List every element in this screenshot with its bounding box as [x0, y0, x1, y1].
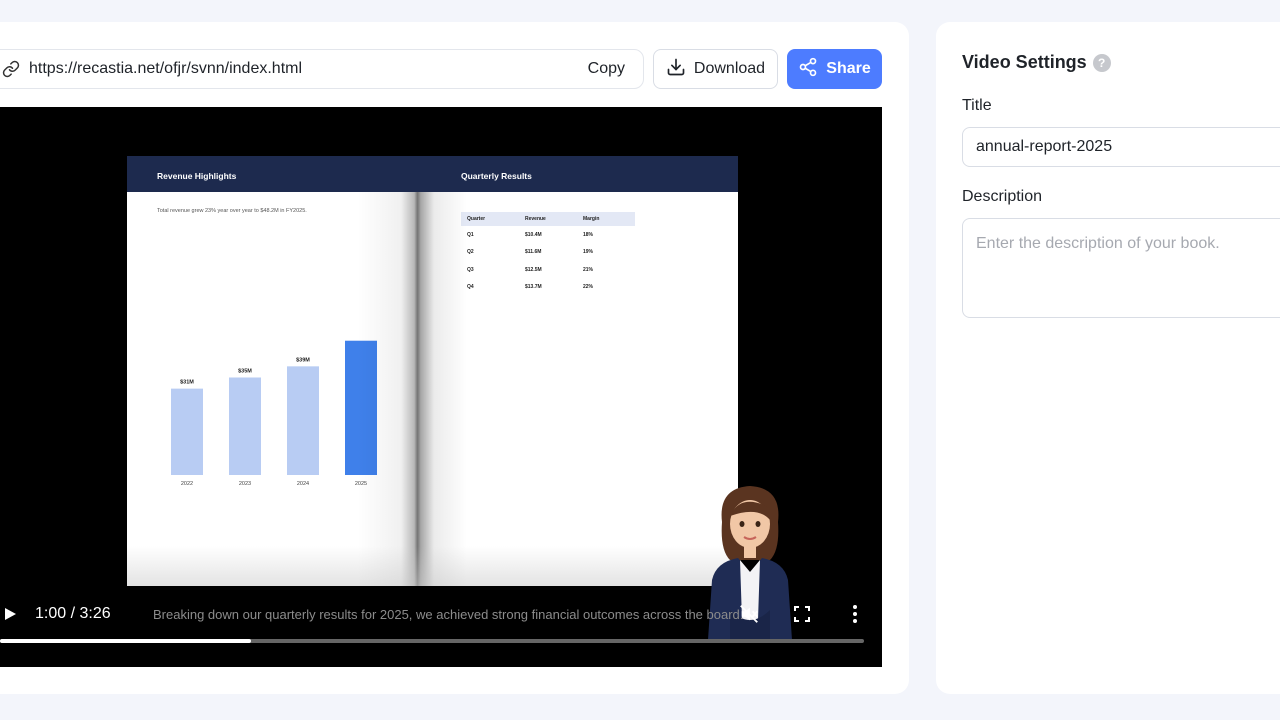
table-cell: 21%: [583, 266, 594, 273]
table-row: Q2 $11.6M 19%: [461, 244, 635, 262]
table-row: Q4 $13.7M 22%: [461, 279, 635, 297]
table-header-row: Quarter Revenue Margin: [461, 212, 635, 226]
copy-button[interactable]: Copy: [570, 60, 643, 78]
link-icon: [1, 59, 21, 79]
download-button[interactable]: Download: [653, 49, 778, 89]
title-input[interactable]: [962, 127, 1280, 167]
book-bottom-shade: [127, 546, 738, 586]
table-cell: Q4: [467, 284, 474, 291]
share-url-field[interactable]: https://recastia.net/ofjr/svnn/index.htm…: [0, 49, 644, 89]
table-cell: 19%: [583, 249, 594, 256]
bar-data-label: $39M: [296, 357, 310, 363]
table-cell: $13.7M: [525, 284, 542, 291]
caption-text: Breaking down our quarterly results for …: [153, 607, 744, 622]
table-cell: $11.6M: [525, 249, 542, 256]
help-icon[interactable]: ?: [1092, 53, 1111, 72]
settings-panel: [936, 22, 1280, 694]
x-tick-label: 2023: [239, 481, 251, 487]
settings-title-text: Video Settings: [962, 52, 1087, 72]
flipbook-spread: Revenue Highlights Quarterly Results Tot…: [127, 156, 738, 586]
fullscreen-icon[interactable]: [794, 606, 810, 622]
settings-title: Video Settings ?: [962, 52, 1111, 73]
revenue-bar-chart: $31M2022$35M2023$39M2024$48.2M2025: [171, 336, 377, 487]
left-page-title: Revenue Highlights: [157, 171, 237, 181]
share-url-text: https://recastia.net/ofjr/svnn/index.htm…: [29, 60, 303, 77]
bar-2024: [287, 366, 319, 475]
bar-2022: [171, 388, 203, 475]
share-icon: [798, 57, 818, 82]
share-label: Share: [826, 60, 871, 77]
video-player[interactable]: Revenue Highlights Quarterly Results Tot…: [0, 107, 882, 667]
table-cell: Q1: [467, 231, 474, 238]
bar-2023: [229, 377, 261, 475]
bar-data-label: $31M: [180, 380, 194, 386]
right-page-title: Quarterly Results: [461, 171, 532, 181]
table-header-cell: Revenue: [525, 216, 546, 222]
table-cell: $10.4M: [525, 231, 542, 238]
description-input[interactable]: [962, 218, 1280, 318]
book-spine-shadow: [357, 192, 467, 586]
table-row: Q1 $10.4M 18%: [461, 226, 635, 244]
time-display: 1:00 / 3:26: [35, 605, 111, 622]
video-controls: 1:00 / 3:26 Breaking down our quarterly …: [0, 597, 882, 667]
table-cell: Q3: [467, 266, 474, 273]
progress-fill: [0, 639, 251, 643]
more-vertical-icon[interactable]: [850, 604, 860, 624]
share-button[interactable]: Share: [787, 49, 882, 89]
x-tick-label: 2024: [297, 481, 309, 487]
title-label: Title: [962, 97, 992, 114]
play-icon[interactable]: [3, 607, 17, 621]
table-cell: $12.5M: [525, 266, 542, 273]
table-row: Q3 $12.5M 21%: [461, 261, 635, 279]
description-label: Description: [962, 188, 1043, 205]
download-label: Download: [693, 60, 766, 77]
quarterly-table: Quarter Revenue Margin Q1 $10.4M 18% Q2 …: [461, 212, 635, 296]
download-icon: [666, 57, 686, 82]
muted-speaker-icon[interactable]: [738, 603, 760, 625]
progress-bar[interactable]: [0, 639, 864, 643]
table-header-cell: Margin: [583, 216, 600, 222]
table-header-cell: Quarter: [467, 216, 486, 222]
table-cell: 22%: [583, 284, 594, 291]
table-cell: Q2: [467, 249, 474, 256]
book-intro-text: Total revenue grew 23% year over year to…: [157, 208, 307, 214]
x-tick-label: 2022: [181, 481, 193, 487]
table-cell: 18%: [583, 231, 594, 238]
bar-data-label: $35M: [238, 368, 252, 374]
